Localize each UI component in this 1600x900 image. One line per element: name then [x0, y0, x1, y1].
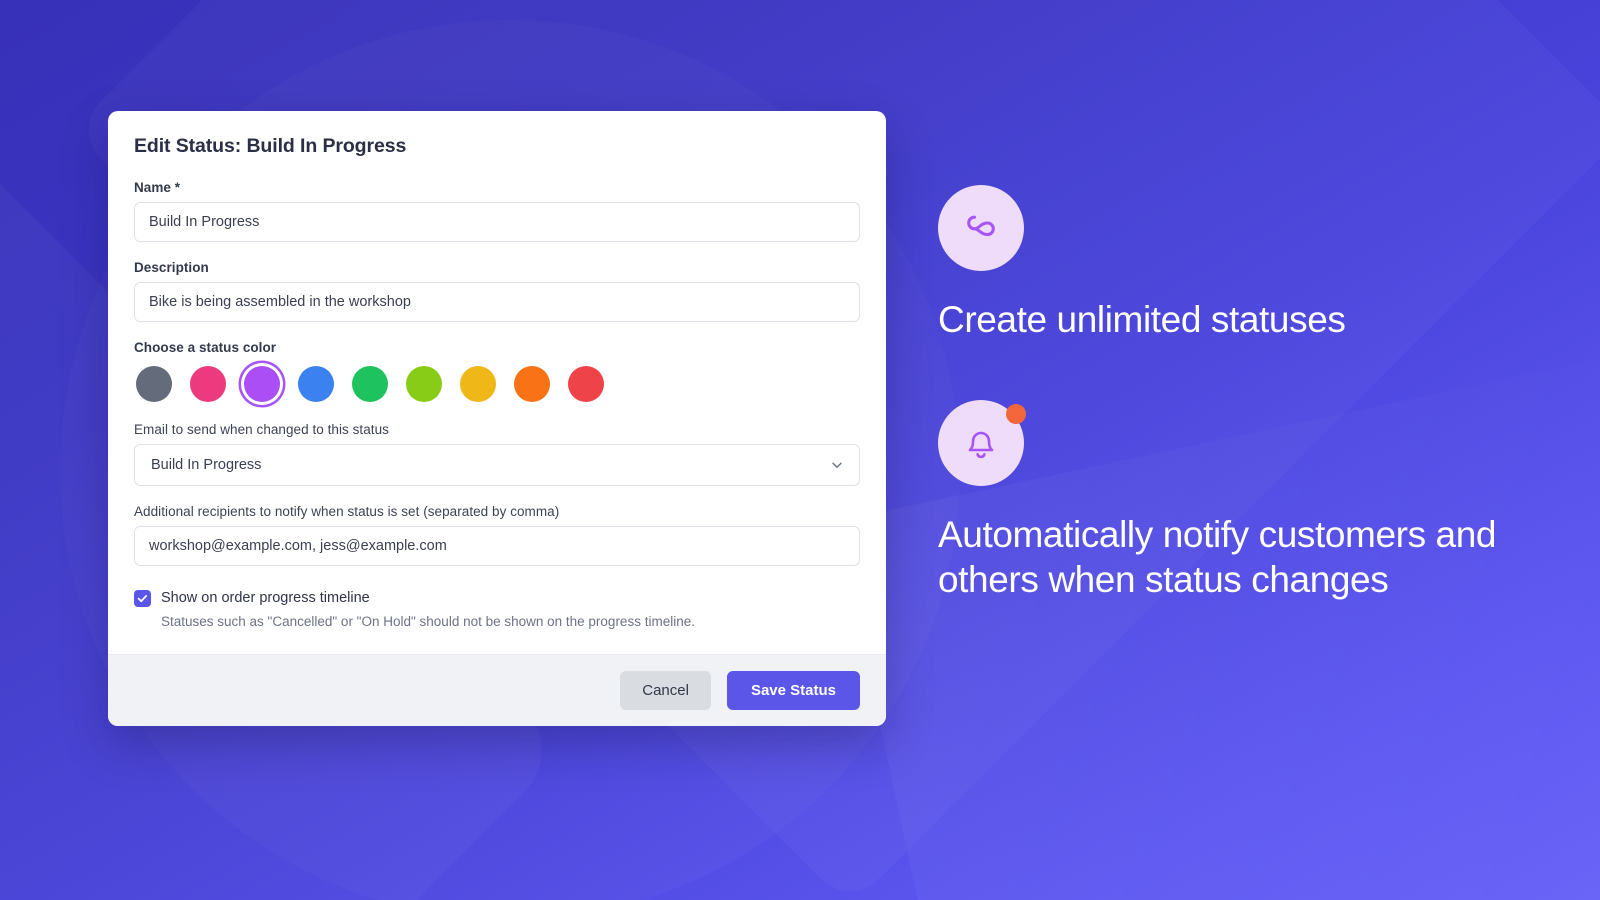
email-label: Email to send when changed to this statu…: [134, 422, 389, 437]
color-swatch-row[interactable]: [134, 366, 860, 402]
feature-headline: Create unlimited statuses: [938, 299, 1346, 340]
feature-icon-circle: [938, 400, 1026, 487]
bell-icon: [968, 431, 994, 459]
color-label: Choose a status color: [134, 340, 277, 355]
modal-body: Edit Status: Build In Progress Name * De…: [108, 111, 886, 654]
timeline-label: Show on order progress timeline: [161, 590, 370, 606]
timeline-hint: Statuses such as "Cancelled" or "On Hold…: [161, 613, 695, 629]
color-swatch-amber[interactable]: [460, 366, 496, 402]
recipients-input[interactable]: [134, 526, 860, 566]
feature-item-1: Create unlimited statuses: [938, 185, 1538, 342]
email-select-wrap: Build In Progress: [134, 444, 860, 486]
feature-icon-circle: [938, 185, 1024, 271]
save-status-button[interactable]: Save Status: [726, 671, 860, 710]
recipients-label: Additional recipients to notify when sta…: [134, 504, 560, 519]
color-field-group: Choose a status color: [134, 340, 860, 402]
timeline-checkbox[interactable]: [134, 590, 151, 607]
name-label: Name *: [134, 180, 181, 195]
modal-title: Edit Status: Build In Progress: [134, 135, 407, 157]
color-swatch-purple[interactable]: [244, 366, 280, 402]
color-swatch-pink[interactable]: [190, 366, 226, 402]
email-select[interactable]: Build In Progress: [134, 444, 860, 486]
timeline-checkbox-row[interactable]: Show on order progress timeline Statuses…: [134, 588, 860, 632]
color-swatch-slate[interactable]: [136, 366, 172, 402]
recipients-field-group: Additional recipients to notify when sta…: [134, 504, 860, 566]
infinity-icon: [967, 215, 995, 237]
color-swatch-green[interactable]: [352, 366, 388, 402]
cancel-button[interactable]: Cancel: [620, 671, 711, 710]
feature-panel: Create unlimited statuses Automatically n…: [938, 185, 1538, 660]
name-field-group: Name *: [134, 180, 860, 242]
notification-badge-dot: [1006, 404, 1026, 425]
email-field-group: Email to send when changed to this statu…: [134, 422, 860, 486]
name-input[interactable]: [134, 202, 860, 242]
description-field-group: Description: [134, 260, 860, 322]
color-swatch-lime[interactable]: [406, 366, 442, 402]
color-swatch-red[interactable]: [568, 366, 604, 402]
timeline-texts: Show on order progress timeline Statuses…: [161, 588, 695, 632]
color-swatch-blue[interactable]: [298, 366, 334, 402]
edit-status-modal: Edit Status: Build In Progress Name * De…: [108, 111, 886, 726]
color-swatch-orange[interactable]: [514, 366, 550, 402]
feature-headline: Automatically notify customers and other…: [938, 514, 1497, 601]
description-input[interactable]: [134, 282, 860, 322]
feature-item-2: Automatically notify customers and other…: [938, 400, 1538, 602]
check-icon: [137, 595, 148, 603]
description-label: Description: [134, 260, 209, 275]
modal-footer: Cancel Save Status: [108, 654, 886, 726]
